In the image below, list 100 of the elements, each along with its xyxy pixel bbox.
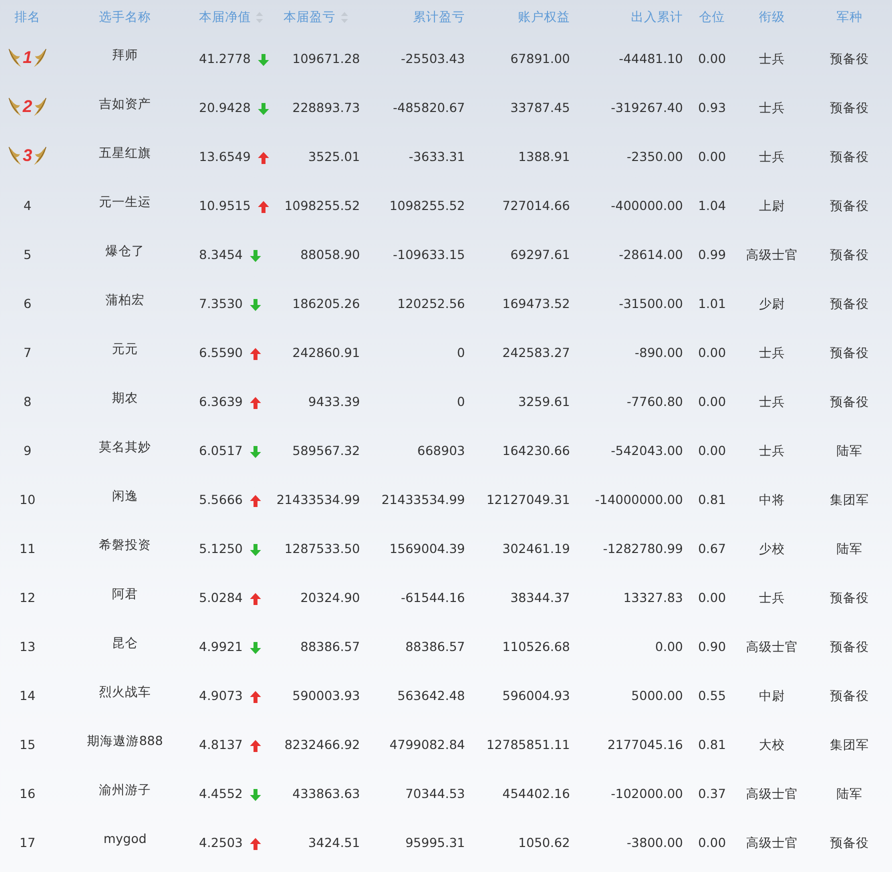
military-rank: 中将: [759, 492, 785, 508]
cash-flow: 13327.83: [623, 590, 683, 606]
player-name: 爆仓了: [106, 243, 144, 258]
player-name: 烈火战车: [99, 684, 151, 700]
total-profit: 668903: [417, 443, 465, 458]
position-ratio: 1.01: [698, 296, 726, 312]
army-branch: 预备役: [830, 198, 869, 214]
cash-flow: 5000.00: [631, 688, 683, 704]
total-profit: -61544.16: [400, 590, 465, 606]
position-ratio: 0.00: [698, 590, 726, 606]
military-rank: 士兵: [759, 443, 785, 458]
period-profit: 228893.73: [292, 100, 360, 116]
cash-flow: -14000000.00: [594, 492, 683, 508]
rank-number: 2: [22, 96, 32, 118]
column-header: 账户权益: [518, 9, 570, 24]
position-ratio: 0.99: [698, 247, 726, 262]
military-rank: 大校: [759, 737, 785, 752]
army-branch: 预备役: [830, 247, 869, 262]
account-equity: 110526.68: [502, 639, 570, 654]
position-ratio: 0.81: [698, 492, 726, 508]
cash-flow: -400000.00: [610, 198, 683, 214]
account-equity: 164230.66: [502, 443, 570, 458]
army-branch: 预备役: [830, 149, 869, 164]
column-header: 排名: [14, 9, 40, 24]
rank-number: 17: [20, 835, 36, 850]
position-ratio: 0.00: [698, 51, 726, 66]
wing-icon: [33, 48, 48, 68]
cash-flow: -102000.00: [610, 786, 683, 802]
military-rank: 少校: [759, 541, 785, 556]
cash-flow: -2350.00: [626, 149, 683, 164]
rank-number: 10: [20, 492, 36, 508]
cash-flow: 2177045.16: [607, 737, 683, 752]
period-profit: 9433.39: [308, 394, 360, 410]
rank-number: 7: [24, 345, 32, 360]
cash-flow: -542043.00: [610, 443, 683, 458]
total-profit: 95995.31: [405, 835, 465, 850]
account-equity: 242583.27: [502, 345, 570, 360]
period-profit: 88386.57: [300, 639, 360, 654]
rank-number: 15: [20, 737, 36, 752]
net-value: 5.1250: [199, 541, 243, 556]
period-profit: 8232466.92: [284, 737, 360, 752]
cash-flow: -3800.00: [626, 835, 683, 850]
army-branch: 预备役: [830, 590, 869, 606]
player-name: 蒲柏宏: [106, 292, 144, 308]
army-branch: 集团军: [830, 492, 869, 508]
cash-flow: -44481.10: [618, 51, 683, 66]
total-profit: 120252.56: [397, 296, 465, 312]
military-rank: 士兵: [759, 100, 785, 116]
wing-icon: [33, 146, 48, 166]
cash-flow: 0.00: [655, 639, 683, 654]
military-rank: 高级士官: [746, 835, 798, 850]
cash-flow: -319267.40: [610, 100, 683, 116]
period-profit: 589567.32: [292, 443, 360, 458]
total-profit: -25503.43: [400, 51, 465, 66]
period-profit: 590003.93: [292, 688, 360, 704]
net-value: 4.9073: [199, 688, 243, 704]
net-value: 4.4552: [199, 786, 243, 802]
player-name: 期海遨游888: [87, 733, 163, 748]
total-profit: 0: [457, 394, 465, 410]
total-profit: 1098255.52: [389, 198, 465, 214]
cash-flow: -31500.00: [618, 296, 683, 312]
net-value: 4.2503: [199, 835, 243, 850]
total-profit: 21433534.99: [381, 492, 465, 508]
player-name: 元元: [112, 341, 138, 356]
column-header[interactable]: 本届净值: [199, 9, 251, 24]
position-ratio: 0.00: [698, 443, 726, 458]
military-rank: 高级士官: [746, 639, 798, 654]
military-rank: 中尉: [759, 688, 785, 704]
army-branch: 陆军: [836, 443, 862, 458]
net-value: 41.2778: [199, 51, 251, 66]
net-value: 6.5590: [199, 345, 243, 360]
position-ratio: 0.93: [698, 100, 726, 116]
account-equity: 454402.16: [502, 786, 570, 802]
account-equity: 169473.52: [502, 296, 570, 312]
column-header[interactable]: 本届盈亏: [284, 9, 336, 24]
net-value: 5.0284: [199, 590, 243, 606]
player-name: mygod: [103, 831, 147, 846]
player-name: 期农: [112, 390, 138, 406]
period-profit: 242860.91: [292, 345, 360, 360]
player-name: 莫名其妙: [99, 439, 151, 454]
total-profit: -485820.67: [392, 100, 465, 116]
cash-flow: -7760.80: [626, 394, 683, 410]
position-ratio: 0.67: [698, 541, 726, 556]
cash-flow: -1282780.99: [602, 541, 683, 556]
wing-icon: [8, 48, 22, 68]
account-equity: 596004.93: [502, 688, 570, 704]
period-profit: 88058.90: [300, 247, 360, 262]
army-branch: 集团军: [830, 737, 869, 752]
net-value: 20.9428: [199, 100, 251, 116]
position-ratio: 0.55: [698, 688, 726, 704]
rank-number: 1: [22, 47, 32, 70]
period-profit: 1098255.52: [284, 198, 360, 214]
player-name: 昆仑: [112, 635, 138, 650]
wing-icon: [8, 97, 22, 117]
account-equity: 33787.45: [510, 100, 570, 116]
rank-number: 5: [24, 247, 32, 262]
player-name: 拜师: [112, 47, 138, 62]
army-branch: 预备役: [830, 639, 869, 654]
player-name: 闲逸: [112, 488, 138, 504]
total-profit: 1569004.39: [389, 541, 465, 556]
